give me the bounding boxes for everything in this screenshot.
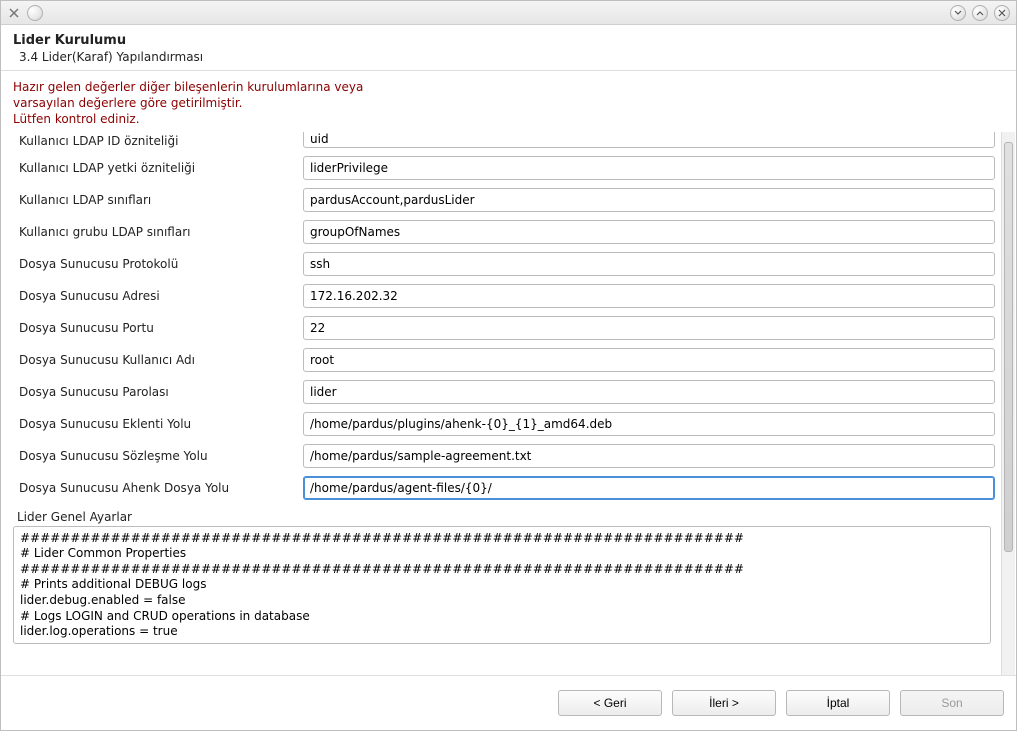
- chevron-up-icon: [976, 9, 984, 17]
- text-input[interactable]: [303, 412, 995, 436]
- next-button[interactable]: İleri >: [672, 690, 776, 716]
- wizard-window: Lider Kurulumu 3.4 Lider(Karaf) Yapıland…: [0, 0, 1017, 731]
- form-row: Kullanıcı LDAP ID özniteliği: [13, 132, 995, 152]
- form-row: Dosya Sunucusu Portu: [13, 312, 995, 344]
- form-label: Kullanıcı LDAP sınıfları: [13, 193, 293, 207]
- form-label: Dosya Sunucusu Eklenti Yolu: [13, 417, 293, 431]
- form-label: Dosya Sunucusu Protokolü: [13, 257, 293, 271]
- warning-message: Hazır gelen değerler diğer bileşenlerin …: [1, 71, 1016, 132]
- close-icon: [998, 9, 1006, 17]
- text-input[interactable]: [303, 476, 995, 500]
- text-input[interactable]: [303, 252, 995, 276]
- form-row: Dosya Sunucusu Kullanıcı Adı: [13, 344, 995, 376]
- maximize-button[interactable]: [972, 5, 988, 21]
- form-label: Kullanıcı LDAP ID özniteliği: [13, 134, 293, 148]
- text-input[interactable]: [303, 380, 995, 404]
- minimize-button[interactable]: [950, 5, 966, 21]
- general-settings-textarea[interactable]: [13, 526, 991, 644]
- finish-button[interactable]: Son: [900, 690, 1004, 716]
- form-row: Kullanıcı grubu LDAP sınıfları: [13, 216, 995, 248]
- text-input[interactable]: [303, 348, 995, 372]
- form-label: Dosya Sunucusu Portu: [13, 321, 293, 335]
- close-button[interactable]: [994, 5, 1010, 21]
- text-input[interactable]: [303, 444, 995, 468]
- general-settings-label: Lider Genel Ayarlar: [13, 504, 995, 526]
- page-title: Lider Kurulumu: [13, 33, 1004, 48]
- wizard-footer: < Geri İleri > İptal Son: [1, 675, 1016, 730]
- secondary-window-button[interactable]: [27, 5, 43, 21]
- form-row: Dosya Sunucusu Adresi: [13, 280, 995, 312]
- text-input[interactable]: [303, 132, 995, 148]
- back-button[interactable]: < Geri: [558, 690, 662, 716]
- form-row: Dosya Sunucusu Ahenk Dosya Yolu: [13, 472, 995, 504]
- app-icon: [7, 6, 21, 20]
- warning-line: Hazır gelen değerler diğer bileşenlerin …: [13, 79, 1004, 95]
- chevron-down-icon: [954, 9, 962, 17]
- text-input[interactable]: [303, 188, 995, 212]
- text-input[interactable]: [303, 316, 995, 340]
- form-row: Dosya Sunucusu Eklenti Yolu: [13, 408, 995, 440]
- form-label: Dosya Sunucusu Kullanıcı Adı: [13, 353, 293, 367]
- text-input[interactable]: [303, 284, 995, 308]
- page-subtitle: 3.4 Lider(Karaf) Yapılandırması: [19, 50, 1004, 64]
- text-input[interactable]: [303, 220, 995, 244]
- form-row: Kullanıcı LDAP yetki özniteliği: [13, 152, 995, 184]
- form-label: Dosya Sunucusu Parolası: [13, 385, 293, 399]
- cancel-button[interactable]: İptal: [786, 690, 890, 716]
- scrollbar-thumb[interactable]: [1004, 142, 1013, 552]
- form-row: Kullanıcı LDAP sınıfları: [13, 184, 995, 216]
- text-input[interactable]: [303, 156, 995, 180]
- form-label: Dosya Sunucusu Adresi: [13, 289, 293, 303]
- content-area: Kullanıcı LDAP ID özniteliği Kullanıcı LD…: [1, 132, 1016, 675]
- titlebar-right: [950, 5, 1010, 21]
- vertical-scrollbar[interactable]: [1001, 132, 1015, 675]
- form-row: Dosya Sunucusu Sözleşme Yolu: [13, 440, 995, 472]
- titlebar: [1, 1, 1016, 25]
- warning-line: Lütfen kontrol ediniz.: [13, 111, 1004, 127]
- form-label: Dosya Sunucusu Ahenk Dosya Yolu: [13, 481, 293, 495]
- warning-line: varsayılan değerlere göre getirilmiştir.: [13, 95, 1004, 111]
- form-row: Dosya Sunucusu Parolası: [13, 376, 995, 408]
- form-row: Dosya Sunucusu Protokolü: [13, 248, 995, 280]
- form-scroll-area: Kullanıcı LDAP ID özniteliği Kullanıcı LD…: [1, 132, 1001, 675]
- wizard-header: Lider Kurulumu 3.4 Lider(Karaf) Yapıland…: [1, 25, 1016, 71]
- titlebar-left: [7, 5, 43, 21]
- form-label: Kullanıcı LDAP yetki özniteliği: [13, 161, 293, 175]
- form-label: Dosya Sunucusu Sözleşme Yolu: [13, 449, 293, 463]
- form-label: Kullanıcı grubu LDAP sınıfları: [13, 225, 293, 239]
